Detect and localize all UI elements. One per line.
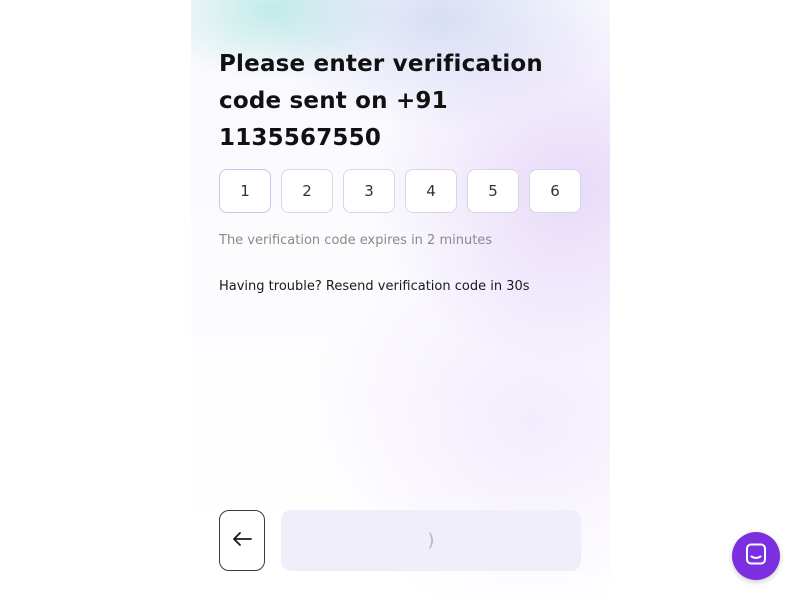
title-line-2: code sent on +91 1135567550 (219, 88, 448, 151)
resend-notice: Having trouble? Resend verification code… (219, 279, 530, 294)
submit-button[interactable]: ) (281, 510, 581, 571)
verification-panel: Please enter verification code sent on +… (191, 0, 610, 600)
otp-digit-4[interactable]: 4 (405, 169, 457, 213)
otp-digit-6[interactable]: 6 (529, 169, 581, 213)
title-line-1: Please enter verification (219, 51, 543, 77)
otp-input-group: 1 2 3 4 5 6 (219, 169, 581, 213)
page-title: Please enter verification code sent on +… (219, 46, 599, 157)
loading-spinner-icon: ) (427, 530, 435, 551)
back-button[interactable] (219, 510, 265, 571)
otp-digit-5[interactable]: 5 (467, 169, 519, 213)
chat-bubble-icon (744, 542, 768, 570)
otp-digit-1[interactable]: 1 (219, 169, 271, 213)
chat-launcher-button[interactable] (732, 532, 780, 580)
expiry-notice: The verification code expires in 2 minut… (219, 233, 493, 248)
arrow-left-icon (232, 531, 252, 551)
otp-digit-3[interactable]: 3 (343, 169, 395, 213)
otp-digit-2[interactable]: 2 (281, 169, 333, 213)
